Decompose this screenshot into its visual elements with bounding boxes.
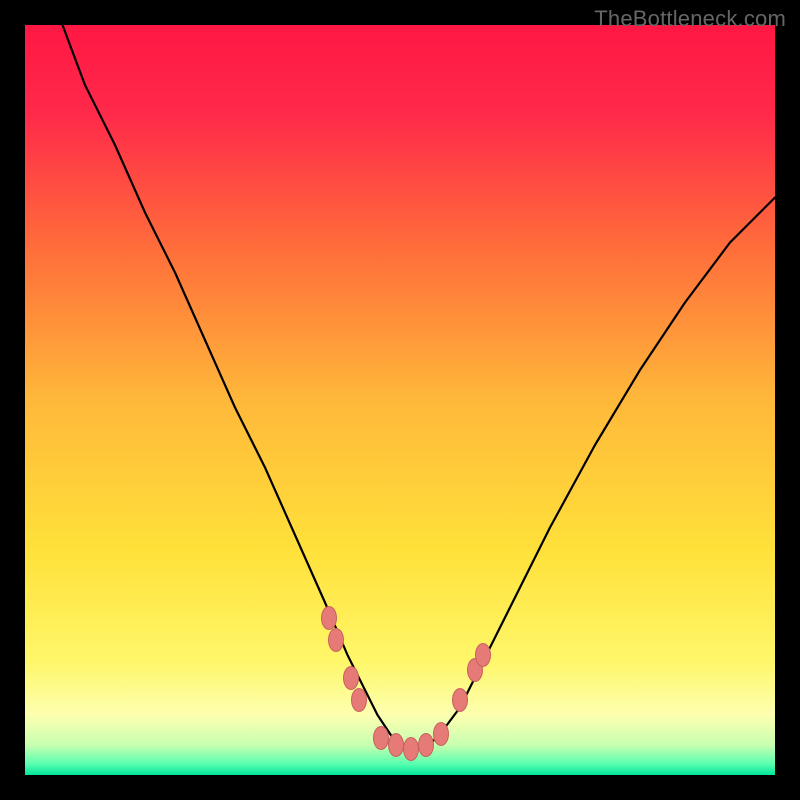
- data-marker: [343, 666, 359, 690]
- data-marker: [452, 688, 468, 712]
- plot-area: [25, 25, 775, 775]
- data-marker: [403, 737, 419, 761]
- data-marker: [373, 726, 389, 750]
- data-marker: [418, 733, 434, 757]
- markers-layer: [25, 25, 775, 775]
- chart-frame: TheBottleneck.com: [0, 0, 800, 800]
- data-marker: [475, 643, 491, 667]
- data-marker: [433, 722, 449, 746]
- data-marker: [328, 628, 344, 652]
- data-marker: [388, 733, 404, 757]
- watermark-text: TheBottleneck.com: [594, 6, 786, 32]
- data-marker: [321, 606, 337, 630]
- data-marker: [351, 688, 367, 712]
